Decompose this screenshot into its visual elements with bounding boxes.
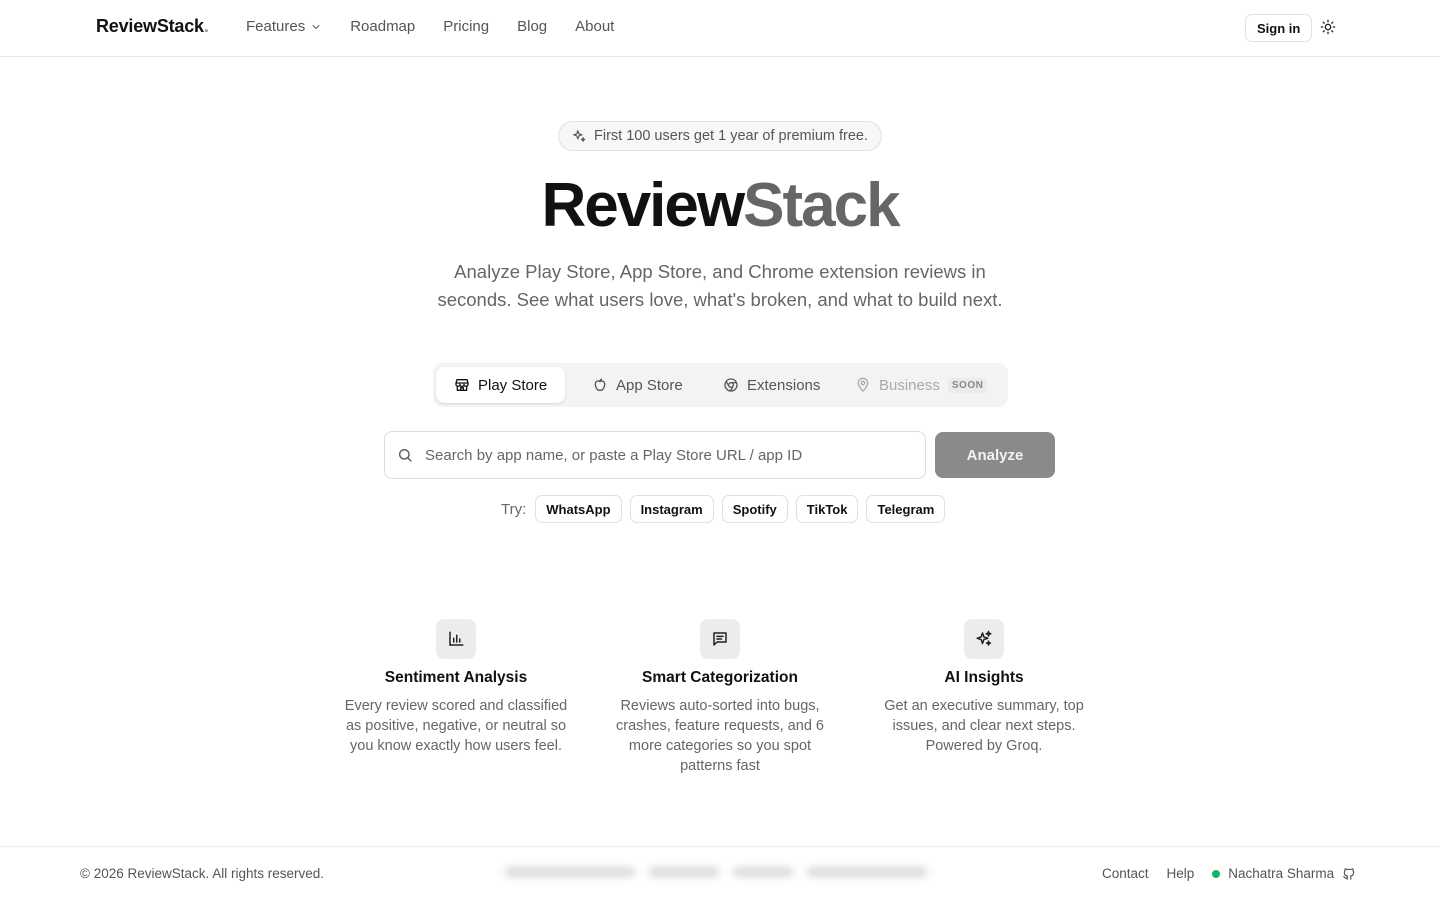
brand-dot: . xyxy=(203,16,209,36)
nav-pricing[interactable]: Pricing xyxy=(443,18,489,35)
store-icon xyxy=(455,379,469,391)
top-navbar: ReviewStack. Features Roadmap Pricing Bl… xyxy=(0,0,1440,57)
page-footer: © 2026 ReviewStack. All rights reserved.… xyxy=(0,846,1440,900)
soon-badge: SOON xyxy=(947,377,988,393)
tab-extensions-label: Extensions xyxy=(747,376,821,394)
theme-toggle-button[interactable] xyxy=(1318,17,1338,37)
tab-app-store[interactable]: App Store xyxy=(592,367,683,403)
hero-subtitle: Analyze Play Store, App Store, and Chrom… xyxy=(437,261,1003,310)
feature-sentiment: Sentiment Analysis Every review scored a… xyxy=(341,619,571,756)
tab-app-store-label: App Store xyxy=(616,376,683,394)
search-input[interactable] xyxy=(425,446,905,464)
feature-title: Smart Categorization xyxy=(642,669,798,686)
chip-whatsapp[interactable]: WhatsApp xyxy=(535,495,622,523)
author-credit[interactable]: Nachatra Sharma xyxy=(1212,866,1356,881)
main-nav: Features Roadmap Pricing Blog About xyxy=(246,18,614,35)
chip-spotify[interactable]: Spotify xyxy=(721,495,788,523)
footer-help-link[interactable]: Help xyxy=(1167,866,1195,881)
sign-in-button[interactable]: Sign in xyxy=(1245,14,1313,42)
nav-about[interactable]: About xyxy=(575,18,614,35)
feature-icon-box xyxy=(700,619,740,659)
tab-business: Business SOON xyxy=(855,367,988,403)
tab-extensions[interactable]: Extensions xyxy=(723,367,820,403)
footer-contact-link[interactable]: Contact xyxy=(1102,866,1149,881)
tab-business-label: Business xyxy=(879,376,940,394)
feature-desc: Reviews auto-sorted into bugs, crashes, … xyxy=(616,698,824,774)
promo-badge: First 100 users get 1 year of premium fr… xyxy=(558,121,882,151)
sun-icon xyxy=(1320,19,1336,35)
feature-icon-box xyxy=(436,619,476,659)
feature-categorization: Smart Categorization Reviews auto-sorted… xyxy=(605,619,835,776)
blurred-placeholder xyxy=(505,861,935,883)
chip-telegram[interactable]: Telegram xyxy=(866,495,946,523)
bar-chart-icon xyxy=(449,631,464,646)
chip-tiktok[interactable]: TikTok xyxy=(795,495,859,523)
try-label: Try: xyxy=(501,500,527,518)
try-suggestions: Try: WhatsApp Instagram Spotify TikTok T… xyxy=(501,495,946,523)
tab-play-store[interactable]: Play Store xyxy=(436,367,566,403)
apple-icon xyxy=(594,378,606,391)
nav-blog[interactable]: Blog xyxy=(517,18,547,35)
status-dot xyxy=(1212,869,1221,878)
sparkles-icon xyxy=(976,630,992,646)
hero-title-part1: Review xyxy=(541,171,745,240)
sparkles-icon xyxy=(573,130,586,142)
feature-title: Sentiment Analysis xyxy=(384,669,528,686)
tab-play-store-label: Play Store xyxy=(478,376,548,394)
feature-icon-box xyxy=(964,619,1004,659)
brand-logo[interactable]: ReviewStack. xyxy=(96,16,209,37)
chrome-icon xyxy=(724,378,738,392)
chevron-down-icon xyxy=(312,24,320,29)
search-icon xyxy=(399,449,412,462)
search-box xyxy=(384,431,926,479)
map-pin-icon xyxy=(857,377,869,392)
brand-name: ReviewStack xyxy=(96,16,204,36)
feature-desc: Every review scored and classified as po… xyxy=(344,698,568,754)
message-square-icon xyxy=(713,632,727,646)
author-name: Nachatra Sharma xyxy=(1228,866,1335,881)
source-tabs: Play Store App Store Extensions Business… xyxy=(433,363,1008,407)
github-icon xyxy=(1343,867,1355,880)
nav-roadmap[interactable]: Roadmap xyxy=(350,18,415,35)
promo-text: First 100 users get 1 year of premium fr… xyxy=(594,128,868,144)
feature-title: AI Insights xyxy=(944,669,1024,686)
feature-ai-insights: AI Insights Get an executive summary, to… xyxy=(869,619,1099,756)
nav-features-label: Features xyxy=(246,18,306,35)
chip-instagram[interactable]: Instagram xyxy=(629,495,714,523)
feature-desc: Get an executive summary, top issues, an… xyxy=(884,698,1084,754)
nav-features[interactable]: Features xyxy=(246,18,322,35)
analyze-button[interactable]: Analyze xyxy=(935,432,1055,478)
hero-title-part2: Stack xyxy=(743,171,900,240)
copyright-text: © 2026 ReviewStack. All rights reserved. xyxy=(80,866,325,881)
footer-links: Contact Help Nachatra Sharma xyxy=(1102,866,1356,881)
hero-title: ReviewStack xyxy=(0,170,1440,242)
